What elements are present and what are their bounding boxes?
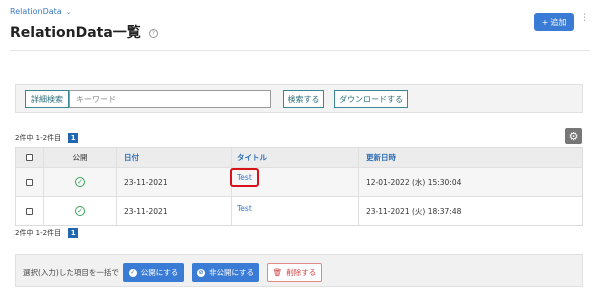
- result-count: 2件中 1-2件目: [15, 229, 62, 237]
- select-all-checkbox[interactable]: [26, 154, 33, 161]
- table-row: ✓ 23-11-2021 Test 23-11-2021 (火) 18:37:4…: [16, 196, 582, 225]
- row-checkbox[interactable]: [26, 178, 33, 186]
- column-header-public: 公開: [43, 148, 116, 167]
- search-input[interactable]: キーワード: [69, 90, 271, 108]
- updated-cell: 12-01-2022 (水) 15:30:04: [358, 168, 582, 196]
- unpublish-button-label: 非公開にする: [208, 268, 255, 277]
- column-header-updated[interactable]: 更新日時: [358, 148, 582, 167]
- select-all-cell: [16, 148, 43, 167]
- delete-button[interactable]: 🗑 削除する: [267, 263, 322, 282]
- result-count: 2件中 1-2件目: [15, 134, 62, 142]
- table-header: 公開 日付 タイトル 更新日時: [16, 148, 582, 167]
- title-link[interactable]: Test: [237, 204, 252, 213]
- bulk-action-panel: 選択(入力)した項目を一括で ✓ 公開にする ⊘ 非公開にする 🗑 削除する: [15, 254, 583, 287]
- trash-icon: 🗑: [272, 268, 283, 277]
- table-row: ✓ 23-11-2021 Test 12-01-2022 (水) 15:30:0…: [16, 167, 582, 196]
- public-cell: ✓: [43, 168, 116, 196]
- search-button[interactable]: 検索する: [283, 90, 324, 108]
- bulk-action-label: 選択(入力)した項目を一括で: [23, 268, 119, 277]
- title-cell: Test: [231, 197, 358, 225]
- settings-button[interactable]: ⚙: [565, 128, 582, 144]
- row-checkbox[interactable]: [26, 207, 33, 215]
- date-cell: 23-11-2021: [116, 197, 231, 225]
- page-title: RelationData一覧 ?: [10, 22, 158, 42]
- pagination-top: 2件中 1-2件目 1: [15, 133, 79, 143]
- unpublish-button[interactable]: ⊘ 非公開にする: [192, 263, 259, 282]
- data-table: 公開 日付 タイトル 更新日時 ✓ 23-11-2021 Test 12-01-…: [15, 147, 583, 226]
- publish-button-label: 公開にする: [140, 268, 179, 277]
- chevron-down-icon: ⌄: [65, 7, 72, 16]
- search-panel: 詳細検索 キーワード 検索する ダウンロードする: [15, 84, 583, 113]
- divider: [10, 50, 590, 51]
- pagination-bottom: 2件中 1-2件目 1: [15, 228, 79, 238]
- page-number[interactable]: 1: [68, 228, 79, 238]
- breadcrumb[interactable]: RelationData ⌄: [10, 7, 72, 16]
- gear-icon: ⚙: [568, 129, 579, 143]
- updated-cell: 23-11-2021 (火) 18:37:48: [358, 197, 582, 225]
- breadcrumb-label: RelationData: [10, 7, 62, 16]
- column-header-title[interactable]: タイトル: [231, 148, 358, 167]
- check-circle-icon: ✓: [128, 268, 137, 277]
- delete-button-label: 削除する: [286, 268, 317, 277]
- page-title-text: RelationData一覧: [10, 25, 141, 41]
- advanced-search-button[interactable]: 詳細検索: [25, 90, 69, 108]
- row-select-cell: [16, 168, 43, 196]
- publish-button[interactable]: ✓ 公開にする: [123, 263, 184, 282]
- check-circle-icon: ✓: [75, 206, 85, 216]
- row-select-cell: [16, 197, 43, 225]
- check-circle-icon: ✓: [75, 177, 85, 187]
- column-header-date[interactable]: 日付: [116, 148, 231, 167]
- ban-icon: ⊘: [196, 268, 205, 277]
- plus-icon: +: [541, 17, 549, 27]
- page-number[interactable]: 1: [68, 133, 79, 143]
- date-cell: 23-11-2021: [116, 168, 231, 196]
- title-link[interactable]: Test: [230, 167, 259, 187]
- help-icon[interactable]: ?: [148, 28, 158, 38]
- public-cell: ✓: [43, 197, 116, 225]
- download-button[interactable]: ダウンロードする: [334, 90, 408, 108]
- title-cell: Test: [230, 167, 358, 196]
- more-menu-icon[interactable]: ⋮: [580, 13, 589, 23]
- add-button[interactable]: + 追加: [534, 13, 574, 31]
- add-button-label: 追加: [550, 17, 567, 27]
